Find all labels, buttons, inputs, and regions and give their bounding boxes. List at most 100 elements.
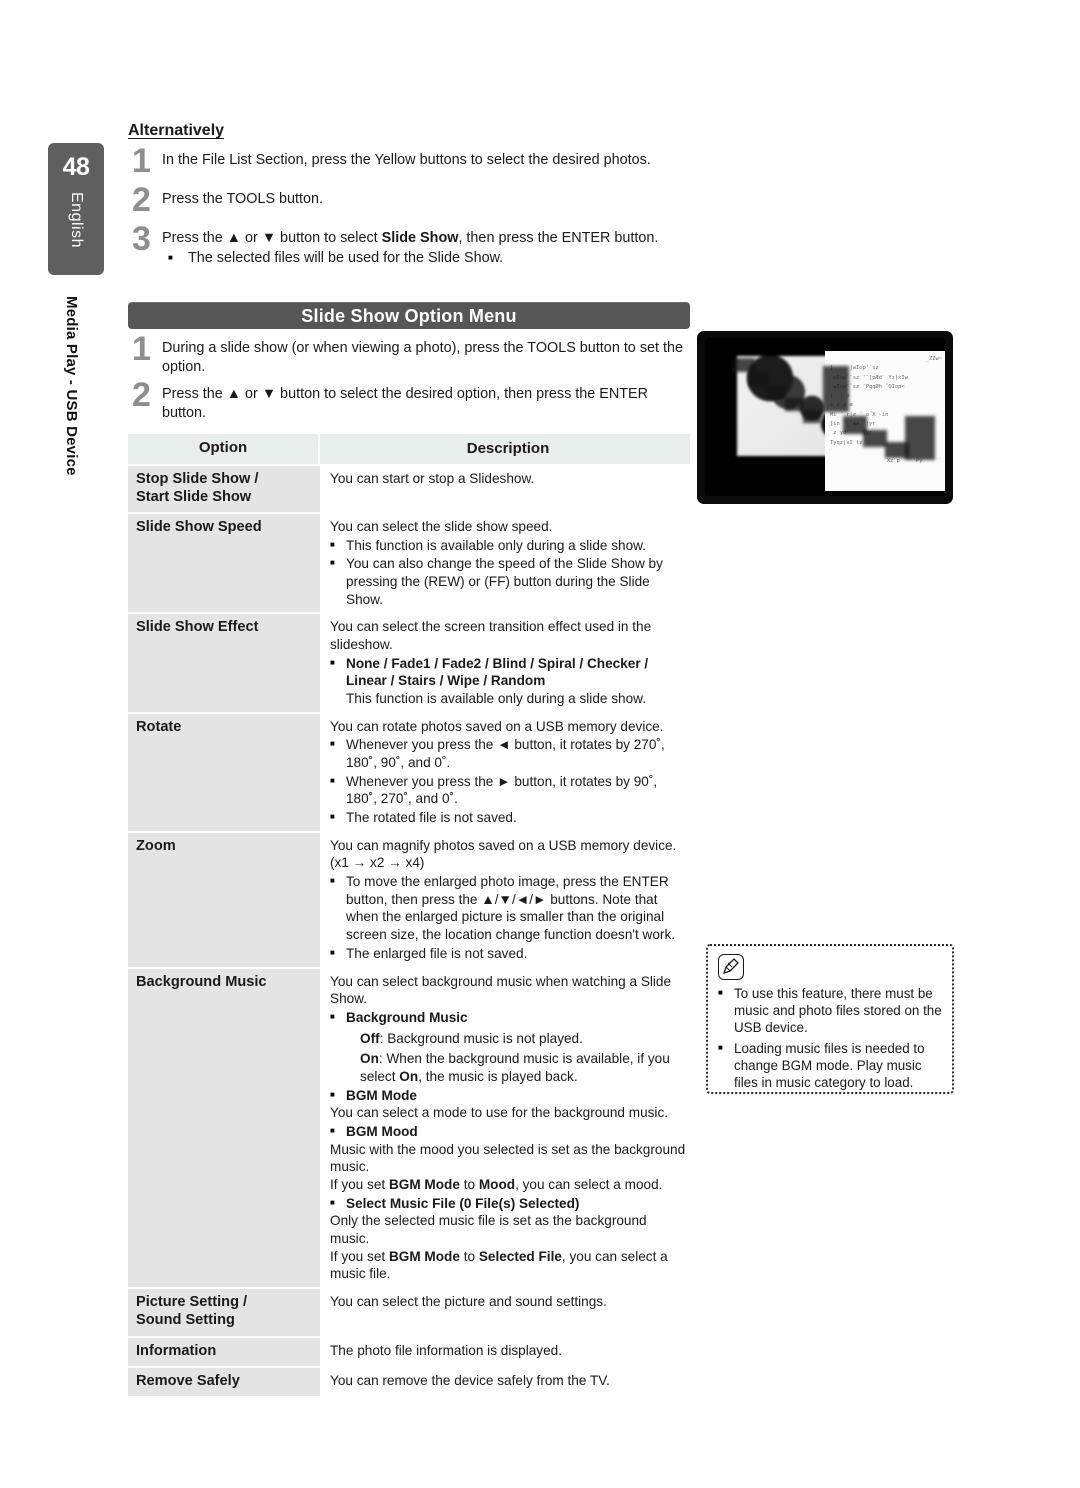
bullet-square-icon: [718, 1040, 734, 1091]
step-text-bold: Slide Show: [381, 229, 459, 246]
description-bullet: The enlarged file is not saved.: [330, 945, 686, 963]
bullet-square-icon: [330, 873, 346, 944]
description-bullet: BGM Mood: [330, 1123, 686, 1141]
bullet-text: Background Music: [346, 1010, 468, 1026]
option-cell: Background Music: [128, 968, 320, 1290]
bullet-square-icon: [330, 773, 346, 808]
description-line: You can rotate photos saved on a USB mem…: [330, 718, 664, 734]
description-cell: You can rotate photos saved on a USB mem…: [320, 713, 690, 833]
blur-smear: [905, 416, 935, 460]
table-row: Zoom You can magnify photos saved on a US…: [128, 832, 690, 969]
table-header-row: Option Description: [128, 434, 690, 466]
inline-bold: On: [399, 1069, 419, 1085]
bullet-square-icon: [330, 1123, 346, 1141]
step-item: 1 In the File List Section, press the Ye…: [128, 144, 690, 178]
option-cell: Slide Show Speed: [128, 513, 320, 615]
blur-smear: [803, 410, 821, 423]
description-cell: You can select the screen transition eff…: [320, 614, 690, 714]
step-number: 2: [132, 180, 151, 219]
option-label: Sound Setting: [136, 1312, 235, 1329]
inline-bold: Selected File: [478, 1248, 562, 1264]
section-heading: Alternatively: [128, 122, 225, 139]
step-number: 2: [132, 376, 151, 415]
tv-screenshot-photo: _ZZw~[ ´´´ |wIop'ˆsz ˆwIop'ˆsz 'ˆ[pÆd˝ Yz…: [697, 331, 953, 504]
description-cell: The photo file information is displayed.: [320, 1337, 690, 1368]
description-cell: You can select the picture and sound set…: [320, 1289, 690, 1338]
description-line: The photo file information is displayed.: [330, 1342, 562, 1358]
step-item: 2 Press the TOOLS button.: [128, 180, 690, 219]
option-label: Zoom: [136, 837, 176, 854]
description-line: You can select the slide show speed.: [330, 518, 553, 534]
bullet-text: You can also change the speed of the Sli…: [346, 556, 663, 607]
bullet-square-icon: [718, 985, 734, 1036]
description-cell: You can remove the device safely from th…: [320, 1367, 690, 1399]
description-line-indent: This function is available only during a…: [346, 691, 646, 707]
step-text-post: , then press the ENTER button.: [458, 229, 659, 246]
section-banner: Slide Show Option Menu: [128, 302, 690, 329]
step-text: In the File List Section, press the Yell…: [162, 152, 651, 168]
slide-show-option-menu-steps: 1 During a slide show (or when viewing a…: [128, 330, 690, 429]
step-text: Press the ▲ or ▼ button to select Slide …: [162, 226, 690, 268]
bullet-square-icon: [330, 1087, 346, 1105]
description-cell: You can select the slide show speed. This…: [320, 513, 690, 615]
bullet-text: The enlarged file is not saved.: [346, 945, 528, 961]
bullet-text: BGM Mood: [346, 1124, 418, 1140]
step-text: During a slide show (or when viewing a p…: [162, 340, 684, 375]
option-cell: Remove Safely: [128, 1367, 320, 1399]
description-bullet: Background Music: [330, 1009, 686, 1027]
step-number: 3: [132, 219, 151, 258]
blur-smear: [767, 386, 785, 399]
option-label: Slide Show Effect: [136, 619, 259, 636]
note-item: Loading music files is needed to change …: [718, 1040, 942, 1091]
option-label: Picture Setting /: [136, 1294, 248, 1311]
inline-bold: Mood: [478, 1177, 516, 1193]
step-item: 1 During a slide show (or when viewing a…: [128, 330, 690, 376]
option-label: Start Slide Show: [136, 488, 252, 505]
panel-line: _ZZw~: [925, 356, 942, 362]
option-label: Rotate: [136, 718, 182, 735]
alternatively-steps: 1 In the File List Section, press the Ye…: [128, 144, 690, 279]
bullet-text: To move the enlarged photo image, press …: [346, 874, 676, 943]
bullet-text: Select Music File (0 File(s) Selected): [346, 1195, 580, 1211]
inline-bold: BGM Mode: [388, 1177, 460, 1193]
note-item-text: Loading music files is needed to change …: [734, 1041, 925, 1091]
table-row: Slide Show Speed You can select the slide…: [128, 513, 690, 615]
bullet-text: Whenever you press the ◄ button, it rota…: [346, 737, 665, 771]
description-bullet: Select Music File (0 File(s) Selected): [330, 1195, 686, 1213]
table-row: Stop Slide Show / Start Slide Show You can…: [128, 465, 690, 514]
description-line: You can select the picture and sound set…: [330, 1294, 607, 1310]
step-number: 1: [132, 330, 151, 368]
column-header-option: Option: [128, 434, 320, 466]
option-cell: Rotate: [128, 713, 320, 833]
bullet-square-icon: [330, 1009, 346, 1027]
inline-bold: BGM Mode: [388, 1248, 460, 1264]
inline-bold: On: [360, 1051, 379, 1067]
step-sub-text: The selected files will be used for the …: [188, 250, 504, 267]
description-line: You can remove the device safely from th…: [330, 1372, 610, 1388]
note-pencil-icon: [718, 954, 744, 980]
table-row: Rotate You can rotate photos saved on a U…: [128, 713, 690, 833]
option-label: Stop Slide Show /: [136, 470, 259, 487]
bullet-square-icon: [330, 809, 346, 827]
bullet-text: The rotated file is not saved.: [346, 810, 517, 826]
blur-smear: [749, 372, 769, 386]
option-label: Slide Show Speed: [136, 518, 262, 535]
description-cell: You can magnify photos saved on a USB me…: [320, 832, 690, 969]
table-row: Picture Setting / Sound Setting You can se…: [128, 1289, 690, 1338]
description-line: Music with the mood you selected is set …: [330, 1141, 686, 1175]
description-line-mixed: If you set BGM Mode to Selected File, yo…: [330, 1248, 668, 1282]
description-sub-line: Off: Background music is not played.: [360, 1030, 583, 1046]
description-bullet: None / Fade1 / Fade2 / Blind / Spiral / …: [330, 655, 686, 690]
chapter-label: Media Play - USB Device: [63, 296, 80, 476]
note-item: To use this feature, there must be music…: [718, 985, 942, 1036]
description-line: You can start or stop a Slideshow.: [330, 470, 535, 486]
bullet-text: BGM Mode: [346, 1087, 417, 1103]
step-text: Press the ▲ or ▼ button to select the de…: [162, 386, 649, 422]
slide-show-option-table: Option Description Stop Slide Show / Star…: [128, 434, 690, 1399]
step-item: 3 Press the ▲ or ▼ button to select Slid…: [128, 219, 690, 268]
bullet-text: This function is available only during a…: [346, 537, 646, 553]
description-line: You can magnify photos saved on a USB me…: [330, 837, 677, 871]
note-item-text: To use this feature, there must be music…: [734, 986, 942, 1036]
description-bullet: The rotated file is not saved.: [330, 809, 686, 827]
table-row: Background Music You can select backgroun…: [128, 968, 690, 1290]
